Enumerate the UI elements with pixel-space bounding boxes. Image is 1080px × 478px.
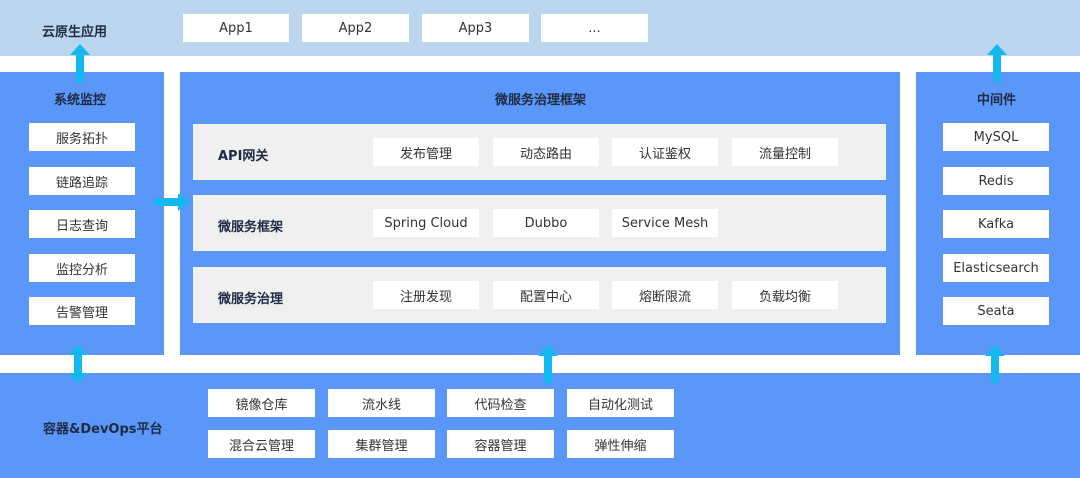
devops-item: 混合云管理	[208, 430, 315, 458]
devops-item: 代码检查	[447, 389, 554, 417]
devops-item: 弹性伸缩	[567, 430, 674, 458]
devops-item: 集群管理	[328, 430, 435, 458]
cloud-native-title: 云原生应用	[42, 25, 108, 40]
governance-item: 负载均衡	[732, 281, 838, 309]
middleware-item: Redis	[943, 167, 1049, 195]
monitoring-item: 服务拓扑	[29, 123, 135, 151]
middleware-item: Seata	[943, 297, 1049, 325]
governance-item: 动态路由	[493, 138, 599, 166]
monitoring-item: 告警管理	[29, 297, 135, 325]
governance-item: Dubbo	[493, 209, 599, 237]
arrow-up-icon	[987, 44, 1007, 82]
governance-item: Service Mesh	[612, 209, 718, 237]
middleware-item: Elasticsearch	[943, 254, 1049, 282]
governance-item: 配置中心	[493, 281, 599, 309]
monitoring-item: 日志查询	[29, 210, 135, 238]
cloud-native-band	[0, 0, 1080, 56]
arrow-up-down-icon	[68, 345, 88, 383]
middleware-title: 中间件	[977, 93, 1017, 108]
governance-item: Spring Cloud	[373, 209, 479, 237]
app-box-ellipsis: ...	[541, 14, 648, 42]
governance-item: 发布管理	[373, 138, 479, 166]
row-label: API网关	[218, 149, 269, 164]
devops-item: 流水线	[328, 389, 435, 417]
monitoring-item: 监控分析	[29, 254, 135, 282]
arrow-up-icon	[985, 345, 1005, 383]
governance-item: 认证鉴权	[612, 138, 718, 166]
app-box: App3	[422, 14, 529, 42]
app-box: App2	[302, 14, 409, 42]
devops-item: 镜像仓库	[208, 389, 315, 417]
devops-item: 容器管理	[447, 430, 554, 458]
arrow-up-icon	[70, 44, 90, 82]
middleware-item: MySQL	[943, 123, 1049, 151]
app-box: App1	[183, 14, 289, 42]
arrow-up-icon	[538, 345, 558, 383]
governance-title: 微服务治理框架	[495, 93, 587, 108]
monitoring-title: 系统监控	[54, 93, 107, 108]
devops-item: 自动化测试	[567, 389, 674, 417]
row-label: 微服务治理	[218, 292, 284, 307]
middleware-item: Kafka	[943, 210, 1049, 238]
governance-item: 流量控制	[732, 138, 838, 166]
governance-item: 熔断限流	[612, 281, 718, 309]
governance-item: 注册发现	[373, 281, 479, 309]
devops-title: 容器&DevOps平台	[43, 422, 163, 437]
arrow-right-icon	[154, 193, 190, 211]
row-label: 微服务框架	[218, 220, 284, 235]
monitoring-item: 链路追踪	[29, 167, 135, 195]
